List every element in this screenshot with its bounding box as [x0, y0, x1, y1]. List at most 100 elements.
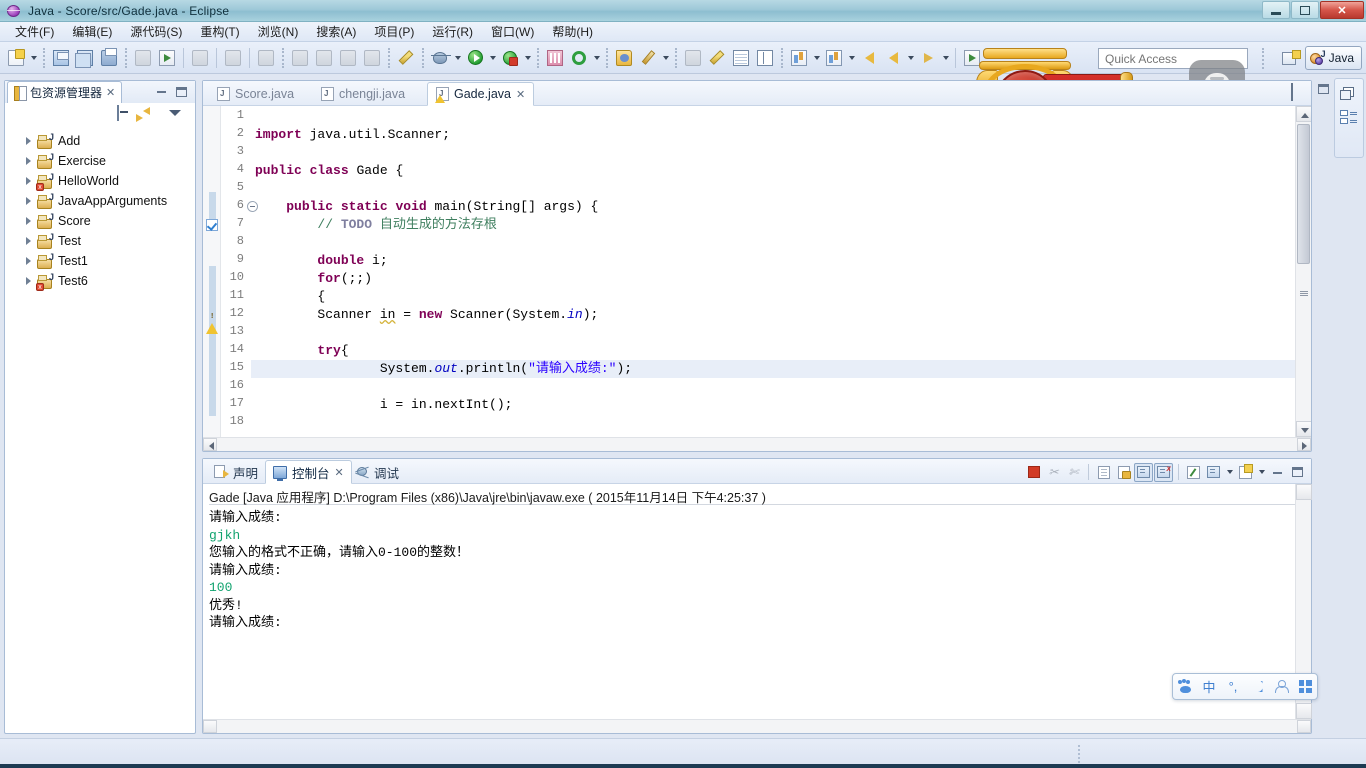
menu-run[interactable]: 运行(R) [423, 21, 482, 42]
remove-launch-button[interactable]: ✂ [1044, 463, 1063, 482]
build-all-button[interactable] [132, 47, 154, 69]
close-icon[interactable]: ✕ [106, 86, 115, 99]
tab-declaration[interactable]: 声明 [207, 460, 265, 484]
ime-logo-icon[interactable] [1174, 677, 1196, 697]
new-java-class-button[interactable] [568, 47, 590, 69]
run-button[interactable] [464, 47, 486, 69]
code-line[interactable] [251, 414, 1295, 432]
block-selection-button[interactable] [754, 47, 776, 69]
tree-item-project[interactable]: J Test1 [5, 251, 195, 271]
console-scroll-right-icon[interactable] [1297, 720, 1311, 733]
console-scroll-up-icon[interactable] [1296, 484, 1312, 500]
print-button[interactable] [98, 47, 120, 69]
source-editor[interactable]: ! 1 2 3 4 5 6 7 8 9 10 11 12 13 14 15 16 17 18 import jav… [203, 106, 1311, 451]
menu-edit[interactable]: 编辑(E) [63, 21, 121, 42]
restore-view-icon[interactable] [1340, 85, 1358, 101]
console-maximize-button[interactable] [1288, 463, 1307, 482]
tree-item-project[interactable]: J Score [5, 211, 195, 231]
search-button[interactable] [637, 47, 659, 69]
open-type-button[interactable] [613, 47, 635, 69]
editor-tab-chengji-java[interactable]: Jchengji.java [313, 82, 413, 106]
code-line[interactable]: i = in.nextInt(); [251, 396, 1295, 414]
fold-collapse-icon[interactable] [247, 201, 258, 212]
code-line[interactable]: import java.util.Scanner; [251, 126, 1295, 144]
chevron-right-icon[interactable] [23, 175, 35, 187]
forward-nav-dropdown-icon[interactable] [905, 47, 916, 69]
editor-vertical-scrollbar[interactable] [1295, 106, 1311, 437]
collapse-all-icon[interactable] [117, 105, 135, 124]
open-console-button[interactable] [1236, 463, 1255, 482]
next-annotation-button[interactable] [682, 47, 704, 69]
code-line[interactable] [251, 144, 1295, 162]
previous-annotation-button[interactable] [706, 47, 728, 69]
editor-maximize-button[interactable] [1289, 83, 1305, 101]
menu-file[interactable]: 文件(F) [6, 21, 63, 42]
close-icon[interactable]: ✕ [335, 466, 344, 479]
back-button[interactable] [255, 47, 277, 69]
open-console-dropdown-icon[interactable] [1256, 461, 1267, 483]
menu-source[interactable]: 源代码(S) [121, 21, 191, 42]
chevron-right-icon[interactable] [23, 235, 35, 247]
code-line[interactable]: for(;;) [251, 270, 1295, 288]
new-button[interactable] [5, 47, 27, 69]
editor-minimize-button[interactable] [1269, 86, 1285, 101]
tree-item-project[interactable]: Jx HelloWorld [5, 171, 195, 191]
save-button[interactable] [50, 47, 72, 69]
scroll-left-icon[interactable] [203, 438, 217, 451]
scroll-down-icon[interactable] [1296, 421, 1311, 437]
back-history-button[interactable] [823, 47, 845, 69]
display-selected-console-button[interactable] [1204, 463, 1223, 482]
run-dropdown-icon[interactable] [487, 47, 498, 69]
forward-nav-button[interactable] [882, 47, 904, 69]
tree-item-project[interactable]: J Test [5, 231, 195, 251]
tree-item-project[interactable]: J Add [5, 131, 195, 151]
console-output[interactable]: 请输入成绩: gjkh 您输入的格式不正确，请输入0-100的整数！ 请输入成绩: 10… [209, 509, 1293, 713]
warning-marker-icon[interactable]: ! [206, 309, 219, 334]
code-line[interactable]: Scanner in = new Scanner(System.in); [251, 306, 1295, 324]
new-class-dropdown-icon[interactable] [591, 47, 602, 69]
menu-help[interactable]: 帮助(H) [543, 21, 602, 42]
minimize-button[interactable] [1262, 1, 1290, 19]
package-explorer-minimize-button[interactable] [153, 84, 169, 99]
view-menu-icon[interactable] [169, 106, 187, 124]
remove-all-terminated-button[interactable]: ✄ [1064, 463, 1083, 482]
console-horizontal-scrollbar[interactable] [203, 719, 1311, 733]
menu-project[interactable]: 项目(P) [365, 21, 423, 42]
terminate-button[interactable] [361, 47, 383, 69]
chevron-right-icon[interactable] [23, 255, 35, 267]
resume-button[interactable] [337, 47, 359, 69]
code-line[interactable] [251, 234, 1295, 252]
new-dropdown-icon[interactable] [28, 47, 39, 69]
task-marker-icon[interactable] [206, 219, 218, 231]
ime-mode-icon[interactable] [1246, 677, 1268, 697]
mark-occurrences-button[interactable] [730, 47, 752, 69]
code-line[interactable]: { [251, 288, 1295, 306]
chevron-right-icon[interactable] [23, 195, 35, 207]
menu-window[interactable]: 窗口(W) [482, 21, 543, 42]
ime-punctuation-toggle[interactable]: °, [1222, 677, 1244, 697]
code-content[interactable]: import java.util.Scanner; public class G… [251, 106, 1295, 437]
editor-tab-gade-java[interactable]: J Gade.java ✕ [427, 82, 535, 106]
save-all-button[interactable] [74, 47, 96, 69]
tab-console[interactable]: 控制台 ✕ [265, 460, 352, 484]
previous-edit-dropdown-icon[interactable] [811, 47, 822, 69]
tree-item-project[interactable]: J Exercise [5, 151, 195, 171]
previous-edit-button[interactable] [788, 47, 810, 69]
code-line[interactable] [251, 324, 1295, 342]
clear-console-button[interactable] [1094, 463, 1113, 482]
redo-button[interactable] [222, 47, 244, 69]
menu-refactor[interactable]: 重构(T) [191, 21, 248, 42]
tab-package-explorer[interactable]: 包资源管理器 ✕ [7, 81, 123, 103]
step-into-button[interactable] [289, 47, 311, 69]
step-over-button[interactable] [313, 47, 335, 69]
close-button[interactable]: ✕ [1320, 1, 1364, 19]
console-scroll-left-icon[interactable] [203, 720, 217, 733]
tree-item-project[interactable]: J JavaAppArguments [5, 191, 195, 211]
code-line[interactable] [251, 378, 1295, 396]
show-console-on-error-button[interactable] [1154, 462, 1173, 482]
perspective-java-button[interactable]: J Java [1304, 46, 1362, 70]
workbench-maximize-button[interactable] [1316, 82, 1332, 96]
ime-language-toggle[interactable]: 中 [1198, 677, 1220, 697]
package-explorer-maximize-button[interactable] [173, 84, 189, 99]
scroll-lock-button[interactable] [1114, 463, 1133, 482]
